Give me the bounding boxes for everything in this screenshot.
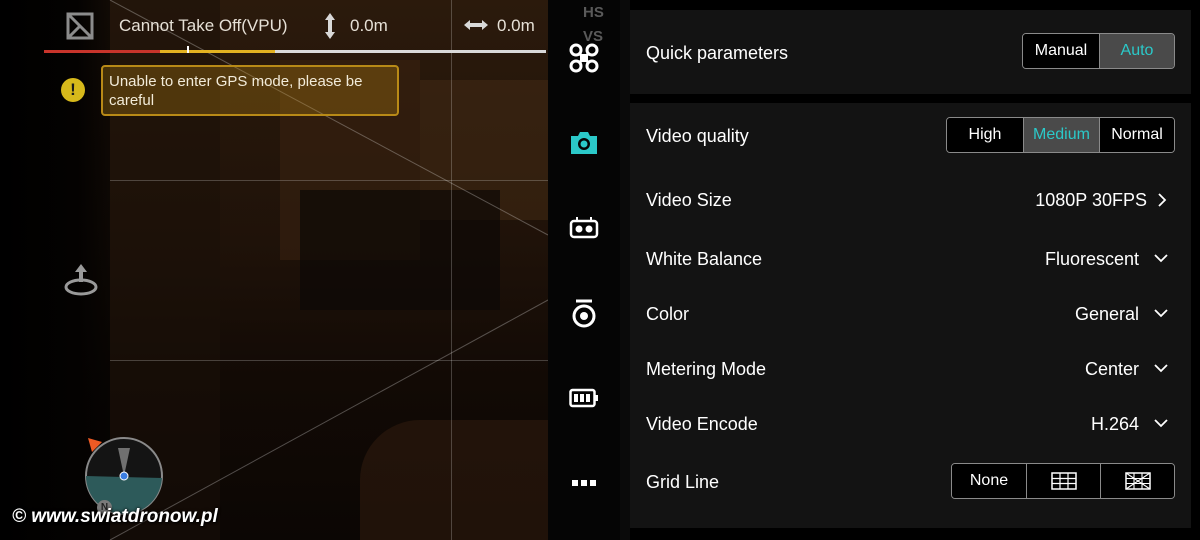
metering-mode-value: Center	[1084, 359, 1139, 379]
video-quality-high[interactable]: High	[947, 118, 1023, 152]
hs-label: HS	[583, 4, 604, 21]
watermark: © www.swiatdronow.pl	[12, 506, 218, 527]
battery-settings-tab[interactable]	[566, 380, 602, 416]
distance-icon	[464, 20, 488, 30]
video-quality-normal[interactable]: Normal	[1099, 118, 1174, 152]
grid-line-grid[interactable]	[1026, 464, 1100, 498]
battery-bar-low	[160, 50, 275, 53]
video-quality-toggle: High Medium Normal	[946, 117, 1175, 153]
app-logo-icon[interactable]	[62, 10, 98, 42]
video-quality-medium[interactable]: Medium	[1023, 118, 1099, 152]
white-balance-label: White Balance	[646, 249, 763, 269]
grid-line-grid-diagonal[interactable]	[1100, 464, 1174, 498]
grid-line-none[interactable]: None	[952, 464, 1026, 498]
quick-parameters-toggle: Manual Auto	[1022, 33, 1175, 69]
more-settings-tab[interactable]	[566, 465, 602, 501]
battery-bar-normal	[275, 50, 546, 53]
chevron-down-icon	[1154, 364, 1168, 373]
grid-line-toggle: None	[951, 463, 1175, 499]
video-quality-label: Video quality	[646, 126, 749, 146]
grid-icon	[1050, 472, 1077, 490]
chevron-down-icon	[1154, 309, 1168, 318]
quick-parameters-label: Quick parameters	[646, 43, 789, 63]
gps-warning-message: Unable to enter GPS mode, please be care…	[101, 65, 399, 116]
takeoff-warning: Cannot Take Off(VPU)	[119, 16, 288, 35]
video-size-value: 1080P 30FPS	[1035, 190, 1147, 210]
battery-bar-marker	[187, 46, 189, 53]
distance-value: 0.0m	[497, 16, 535, 35]
white-balance-value: Fluorescent	[1044, 249, 1139, 269]
camera-icon	[571, 132, 597, 154]
camera-settings-panel: Quick parameters Manual Auto Video quali…	[630, 0, 1200, 540]
more-icon	[572, 480, 596, 486]
gimbal-icon	[572, 299, 596, 328]
camera-settings-tab[interactable]	[566, 125, 602, 161]
compass-radar	[85, 437, 163, 515]
grid-diagonal-icon	[1124, 472, 1151, 490]
chevron-down-icon	[1154, 254, 1168, 263]
chevron-down-icon	[1154, 419, 1168, 428]
quick-parameters-auto[interactable]: Auto	[1099, 34, 1174, 68]
video-size-label: Video Size	[646, 190, 732, 210]
camera-feed: Cannot Take Off(VPU) 0.0m 0.0m ! Unable …	[0, 0, 548, 540]
video-settings-card: Video quality High Medium Normal Video S…	[630, 103, 1191, 528]
chevron-right-icon	[1158, 193, 1167, 207]
quick-parameters-card: Quick parameters Manual Auto	[630, 10, 1191, 94]
drone-settings-tab[interactable]	[566, 40, 602, 76]
panel-divider	[620, 0, 630, 540]
tool-rail: HS VS	[548, 0, 620, 540]
altitude-icon	[325, 13, 335, 39]
remote-controller-icon	[569, 217, 599, 239]
gimbal-settings-tab[interactable]	[566, 295, 602, 331]
battery-bar-critical	[44, 50, 160, 53]
altitude-value: 0.0m	[350, 16, 388, 35]
video-encode-value: H.264	[1090, 414, 1139, 434]
color-label: Color	[646, 304, 690, 324]
color-value: General	[1074, 304, 1139, 324]
video-encode-label: Video Encode	[646, 414, 758, 434]
warning-icon[interactable]: !	[61, 78, 85, 102]
quick-parameters-manual[interactable]: Manual	[1023, 34, 1099, 68]
grid-line-label: Grid Line	[646, 472, 720, 492]
battery-icon	[569, 388, 598, 408]
metering-mode-label: Metering Mode	[646, 359, 767, 379]
drone-icon	[569, 43, 599, 73]
remote-controller-tab[interactable]	[566, 210, 602, 246]
takeoff-icon[interactable]	[62, 262, 100, 298]
